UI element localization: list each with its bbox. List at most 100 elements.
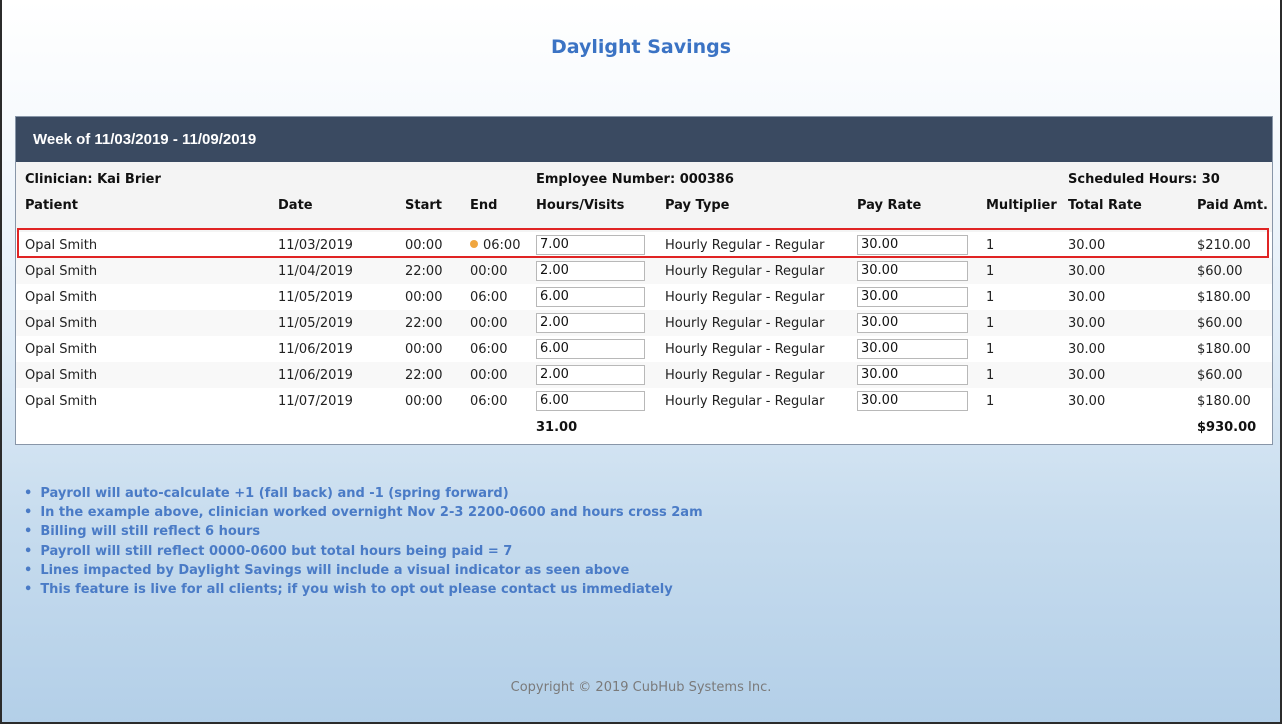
dst-indicator-dot-icon xyxy=(470,240,478,248)
scheduled-hours: Scheduled Hours: 30 xyxy=(1068,172,1220,187)
total-rate-cell: 30.00 xyxy=(1059,310,1188,336)
patient-cell: Opal Smith xyxy=(16,310,269,336)
hours-cell: 2.00 xyxy=(527,258,656,284)
column-header: Patient xyxy=(16,196,269,232)
patient-cell: Opal Smith xyxy=(16,258,269,284)
hours-input[interactable]: 2.00 xyxy=(536,365,645,385)
total-rate-cell: 30.00 xyxy=(1059,258,1188,284)
paid-amount-cell: $60.00 xyxy=(1188,258,1272,284)
total-rate-cell: 30.00 xyxy=(1068,237,1106,253)
note-item: This feature is live for all clients; if… xyxy=(24,580,703,599)
end-time: 06:00 xyxy=(470,341,508,357)
hours-cell: 6.00 xyxy=(527,284,656,310)
paid-amount-cell: $60.00 xyxy=(1188,362,1272,388)
date-cell: 11/06/2019 xyxy=(278,341,353,357)
column-header: Multiplier xyxy=(977,196,1059,232)
end-time: 06:00 xyxy=(470,289,508,305)
patient-cell: Opal Smith xyxy=(25,341,98,357)
page-title: Daylight Savings xyxy=(550,36,732,58)
end-cell: 06:00 xyxy=(461,336,527,362)
total-paid: $930.00 xyxy=(1188,414,1272,440)
hours-cell: 2.00 xyxy=(527,362,656,388)
patient-cell: Opal Smith xyxy=(25,237,98,253)
pay-rate-input[interactable]: 30.00 xyxy=(857,235,968,255)
end-time: 06:00 xyxy=(470,393,508,409)
note-item: Billing will still reflect 6 hours xyxy=(24,522,703,541)
pay-rate-input[interactable]: 30.00 xyxy=(857,339,968,359)
pay-rate-input[interactable]: 30.00 xyxy=(857,261,968,281)
patient-cell: Opal Smith xyxy=(16,362,269,388)
table-row: Opal Smith 11/03/2019 00:00 06:00 7.00 Hourly… xyxy=(16,232,1272,258)
hours-input[interactable]: 7.00 xyxy=(536,235,645,255)
week-header: Week of 11/03/2019 - 11/09/2019 xyxy=(16,117,1272,162)
column-header: End xyxy=(461,196,527,232)
patient-cell: Opal Smith xyxy=(25,393,98,409)
pay-rate-input[interactable]: 30.00 xyxy=(857,313,968,333)
pay-type-cell: Hourly Regular - Regular xyxy=(656,310,848,336)
note-item: In the example above, clinician worked o… xyxy=(24,503,702,522)
visits-table: Patient Date Start End Hours/Visits Pay Type P… xyxy=(16,196,1272,440)
hours-input[interactable]: 2.00 xyxy=(536,313,645,333)
start-cell: 22:00 xyxy=(396,310,461,336)
date-cell: 11/06/2019 xyxy=(269,362,396,388)
pay-type-cell: Hourly Regular - Regular xyxy=(665,237,825,253)
hours-cell: 6.00 xyxy=(527,336,656,362)
total-rate-cell: 30.00 xyxy=(1068,393,1106,409)
start-cell: 00:00 xyxy=(405,393,443,409)
pay-type-cell: Hourly Regular - Regular xyxy=(656,362,848,388)
end-cell: 00:00 xyxy=(461,310,527,336)
table-header-row: Patient Date Start End Hours/Visits Pay Type P… xyxy=(16,196,1272,232)
note-item: Payroll will still reflect 0000-0600 but… xyxy=(24,542,703,561)
multiplier-cell: 1 xyxy=(977,362,1059,388)
note-item: Lines impacted by Daylight Savings will … xyxy=(24,561,703,580)
table-row: Opal Smith 11/05/2019 00:00 06:00 6.00 Hourly… xyxy=(16,284,1272,310)
date-cell: 11/04/2019 xyxy=(269,258,396,284)
pay-rate-input[interactable]: 30.00 xyxy=(857,287,968,307)
total-rate-cell: 30.00 xyxy=(1068,341,1106,357)
pay-rate-cell: 30.00 xyxy=(848,310,977,336)
paid-amount-cell: $180.00 xyxy=(1197,289,1251,305)
multiplier-cell: 1 xyxy=(986,237,995,253)
multiplier-cell: 1 xyxy=(986,393,995,409)
pay-rate-input[interactable]: 30.00 xyxy=(857,365,968,385)
hours-input[interactable]: 2.00 xyxy=(536,261,645,281)
start-cell: 22:00 xyxy=(396,362,461,388)
clinician-name: Clinician: Kai Brier xyxy=(25,172,161,187)
column-header: Paid Amt. xyxy=(1188,196,1272,232)
multiplier-cell: 1 xyxy=(986,289,995,305)
hours-input[interactable]: 6.00 xyxy=(536,339,645,359)
start-cell: 00:00 xyxy=(405,237,443,253)
end-cell: 06:00 xyxy=(461,284,527,310)
total-rate-cell: 30.00 xyxy=(1068,289,1106,305)
copyright: Copyright © 2019 CubHub Systems Inc. xyxy=(510,680,772,695)
paid-amount-cell: $180.00 xyxy=(1197,341,1251,357)
table-row: Opal Smith 11/06/2019 22:00 00:00 2.00 Hourly… xyxy=(16,362,1272,388)
clinician-info-row: Clinician: Kai Brier Employee Number: 00… xyxy=(16,162,1272,196)
date-cell: 11/07/2019 xyxy=(278,393,353,409)
column-header: Total Rate xyxy=(1059,196,1188,232)
table-row: Opal Smith 11/07/2019 00:00 06:00 6.00 Hourly… xyxy=(16,388,1272,414)
notes-list: Payroll will auto-calculate +1 (fall bac… xyxy=(24,484,703,599)
start-cell: 00:00 xyxy=(405,289,443,305)
pay-rate-cell: 30.00 xyxy=(848,258,977,284)
table-row: Opal Smith 11/06/2019 00:00 06:00 6.00 Hourly… xyxy=(16,336,1272,362)
pay-rate-cell: 30.00 xyxy=(848,336,977,362)
date-cell: 11/05/2019 xyxy=(278,289,353,305)
hours-input[interactable]: 6.00 xyxy=(536,391,645,411)
multiplier-cell: 1 xyxy=(977,258,1059,284)
multiplier-cell: 1 xyxy=(977,310,1059,336)
hours-input[interactable]: 6.00 xyxy=(536,287,645,307)
column-header: Start xyxy=(396,196,461,232)
employee-number: Employee Number: 000386 xyxy=(536,172,734,187)
column-header: Date xyxy=(269,196,396,232)
end-cell: 00:00 xyxy=(461,258,527,284)
column-header: Hours/Visits xyxy=(527,196,656,232)
pay-rate-input[interactable]: 30.00 xyxy=(857,391,968,411)
table-row: Opal Smith 11/04/2019 22:00 00:00 2.00 Hourly… xyxy=(16,258,1272,284)
paid-amount-cell: $180.00 xyxy=(1197,393,1251,409)
end-cell: 06:00 xyxy=(461,232,527,258)
start-cell: 22:00 xyxy=(396,258,461,284)
date-cell: 11/03/2019 xyxy=(278,237,353,253)
table-row: Opal Smith 11/05/2019 22:00 00:00 2.00 Hourly… xyxy=(16,310,1272,336)
end-time: 00:00 xyxy=(470,315,508,331)
